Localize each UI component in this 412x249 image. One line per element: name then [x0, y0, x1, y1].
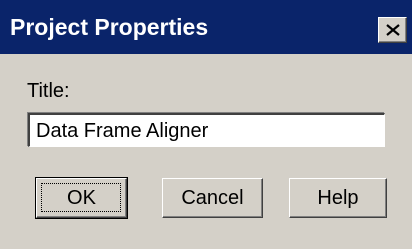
title-bar[interactable]: Project Properties: [0, 0, 412, 54]
window-title: Project Properties: [10, 14, 209, 40]
ok-button-label: OK: [67, 187, 96, 209]
close-icon: [386, 24, 400, 36]
close-button[interactable]: [378, 17, 407, 43]
ok-button[interactable]: OK: [35, 177, 128, 219]
title-input[interactable]: [28, 113, 385, 147]
help-button[interactable]: Help: [289, 178, 387, 218]
cancel-button[interactable]: Cancel: [162, 178, 263, 218]
title-label: Title:: [27, 80, 70, 102]
project-properties-dialog: Project Properties Title: OK Cancel Help: [0, 0, 412, 249]
